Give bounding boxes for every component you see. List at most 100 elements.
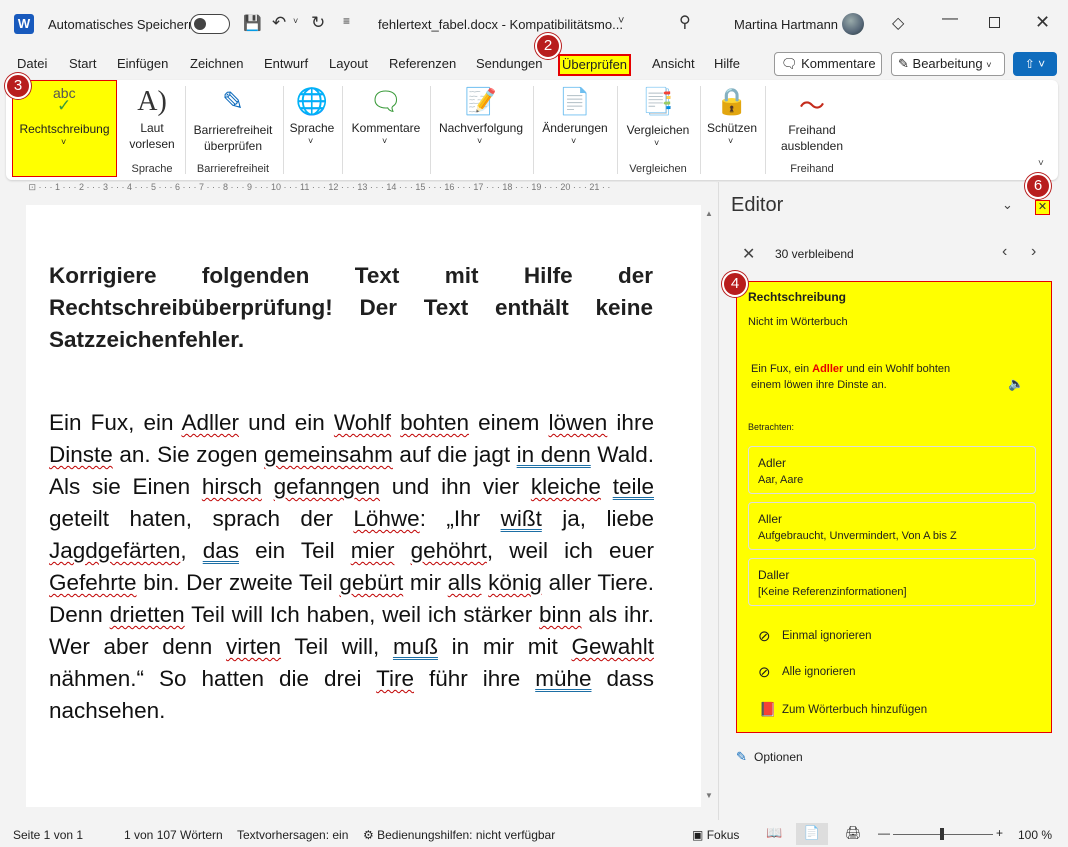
- menu-referenzen[interactable]: Referenzen: [389, 56, 456, 72]
- hide-ink-label-2: ausblenden: [780, 139, 844, 153]
- speaker-icon[interactable]: 🔈: [1008, 376, 1024, 392]
- ribbon-separator: [765, 86, 766, 174]
- changes-icon: 📄: [558, 86, 592, 116]
- ribbon-separator: [185, 86, 186, 174]
- scroll-up-icon[interactable]: ▲: [705, 209, 713, 218]
- accessibility-status-label: Bedienungshilfen: nicht verfügbar: [377, 828, 556, 842]
- document-heading[interactable]: Korrigiere folgenden Text mit Hilfe der …: [49, 260, 653, 356]
- new-comment-icon: 🗨: [369, 86, 403, 116]
- read-aloud-button[interactable]: A) Laut vorlesen: [126, 86, 178, 156]
- read-mode-icon[interactable]: 📖: [766, 825, 782, 841]
- accessibility-status[interactable]: ⚙ Bedienungshilfen: nicht verfügbar: [363, 828, 555, 842]
- add-to-dictionary-button[interactable]: 📕 Zum Wörterbuch hinzufügen: [758, 701, 1028, 721]
- comments-button[interactable]: 🗨 Kommentare: [774, 52, 882, 76]
- title-dropdown-icon[interactable]: ˅: [618, 15, 624, 27]
- group-ink-label: Freihand: [790, 163, 834, 175]
- zoom-in-icon[interactable]: +: [996, 826, 1003, 840]
- menu-datei[interactable]: Datei: [17, 56, 47, 72]
- accessibility-label-1: Barrierefreiheit: [193, 123, 273, 137]
- protect-button[interactable]: 🔒 Schützen ˅: [704, 86, 760, 156]
- horizontal-ruler[interactable]: ⊡ · · · 1 · · · 2 · · · 3 · · · 4 · · · …: [26, 182, 716, 200]
- menu-start[interactable]: Start: [69, 56, 96, 72]
- undo-dropdown-icon[interactable]: ˅: [293, 16, 298, 26]
- zoom-slider-thumb[interactable]: [940, 828, 944, 840]
- context-before: Ein Fux, ein: [751, 363, 813, 375]
- ink-icon: 〜: [798, 91, 825, 121]
- search-icon[interactable]: ⚲: [679, 12, 691, 32]
- document-title[interactable]: fehlertext_fabel.docx - Kompatibilitätsm…: [378, 17, 623, 32]
- vertical-scrollbar[interactable]: ▲ ▼: [702, 205, 716, 807]
- accessibility-icon: ⚙: [363, 828, 374, 842]
- menu-hilfe[interactable]: Hilfe: [714, 56, 740, 72]
- changes-button[interactable]: 📄 Änderungen ˅: [537, 86, 613, 156]
- comment-icon: 🗨: [781, 56, 798, 71]
- word-count[interactable]: 1 von 107 Wörtern: [124, 828, 223, 842]
- next-icon[interactable]: ›: [1031, 243, 1036, 261]
- menu-ansicht[interactable]: Ansicht: [652, 56, 695, 72]
- diamond-icon[interactable]: ◇: [892, 13, 904, 33]
- dismiss-icon[interactable]: ✕: [742, 244, 755, 264]
- minimize-icon[interactable]: —: [942, 10, 958, 28]
- suggestion-word: Daller: [758, 568, 790, 582]
- zoom-level[interactable]: 100 %: [1018, 828, 1052, 842]
- menu-layout[interactable]: Layout: [329, 56, 368, 72]
- collapse-ribbon-icon[interactable]: ˅: [1038, 158, 1044, 169]
- suggestion-item[interactable]: Aller Aufgebraucht, Unvermindert, Von A …: [748, 502, 1036, 550]
- suggestion-detail: [Keine Referenzinformationen]: [758, 586, 907, 598]
- user-name[interactable]: Martina Hartmann: [734, 17, 838, 32]
- card-subtitle: Nicht im Wörterbuch: [748, 316, 848, 328]
- menu-sendungen[interactable]: Sendungen: [476, 56, 543, 72]
- menu-entwurf[interactable]: Entwurf: [264, 56, 308, 72]
- editing-mode-button[interactable]: ✎ Bearbeitung ˅: [891, 52, 1005, 76]
- scroll-down-icon[interactable]: ▼: [705, 791, 713, 800]
- comments-ribbon-button[interactable]: 🗨 Kommentare ˅: [346, 86, 426, 156]
- step-badge-6: 6: [1025, 173, 1051, 199]
- options-link[interactable]: ✎ Optionen: [736, 749, 856, 767]
- focus-button[interactable]: ▣ Fokus: [692, 828, 739, 842]
- compare-button[interactable]: 📑 Vergleichen ˅: [621, 86, 695, 156]
- close-icon[interactable]: ✕: [1035, 12, 1050, 33]
- check-accessibility-button[interactable]: ✎ Barrierefreiheit überprüfen: [190, 86, 276, 156]
- pane-options-chevron-icon[interactable]: ⌄: [1002, 197, 1013, 213]
- menu-ueberpruefen[interactable]: Überprüfen: [558, 54, 632, 76]
- save-icon[interactable]: 💾: [243, 14, 262, 32]
- ignore-once-button[interactable]: ⊘ Einmal ignorieren: [758, 627, 1028, 647]
- document-paragraph[interactable]: Ein Fux, ein Adller und ein Wohlf bohten…: [49, 407, 654, 727]
- vertical-ruler[interactable]: [0, 205, 20, 820]
- changes-label: Änderungen: [542, 121, 608, 135]
- ignore-once-label: Einmal ignorieren: [782, 630, 872, 642]
- ribbon-separator: [430, 86, 431, 174]
- ribbon-separator: [283, 86, 284, 174]
- print-layout-icon[interactable]: 📄: [796, 823, 828, 845]
- close-pane-icon[interactable]: ✕: [1035, 200, 1050, 215]
- ignore-all-button[interactable]: ⊘ Alle ignorieren: [758, 663, 1028, 683]
- chevron-down-icon: ˅: [571, 136, 577, 146]
- zoom-out-icon[interactable]: —: [878, 826, 890, 840]
- tracking-button[interactable]: 📝 Nachverfolgung ˅: [434, 86, 528, 156]
- language-button[interactable]: 🌐 Sprache ˅: [287, 86, 337, 156]
- avatar[interactable]: [842, 13, 864, 35]
- web-layout-icon[interactable]: 🖨: [845, 825, 862, 841]
- step-badge-3: 3: [5, 73, 31, 99]
- menu-einfuegen[interactable]: Einfügen: [117, 56, 168, 72]
- redo-icon[interactable]: ↻: [311, 13, 325, 33]
- share-button[interactable]: ⇧ ˅: [1013, 52, 1057, 76]
- undo-icon[interactable]: ↶: [272, 13, 286, 33]
- previous-icon[interactable]: ‹: [1002, 243, 1007, 261]
- suggestion-word: Adler: [758, 456, 787, 470]
- menu-zeichnen[interactable]: Zeichnen: [190, 56, 243, 72]
- maximize-icon[interactable]: [989, 17, 1000, 28]
- text-predictions[interactable]: Textvorhersagen: ein: [237, 828, 348, 842]
- hide-ink-label-1: Freihand: [788, 123, 836, 137]
- autosave-toggle[interactable]: [190, 14, 230, 34]
- page-count[interactable]: Seite 1 von 1: [13, 828, 83, 842]
- language-label: Sprache: [289, 121, 335, 135]
- read-aloud-icon: A): [137, 86, 167, 117]
- customize-toolbar-icon[interactable]: ≡: [343, 14, 350, 28]
- word-logo-icon: W: [14, 14, 34, 34]
- editor-title: Editor: [731, 194, 784, 216]
- suggestion-item[interactable]: Adler Aar, Aare: [748, 446, 1036, 494]
- remaining-count: 30 verbleibend: [775, 247, 854, 261]
- hide-ink-button[interactable]: 〜 Freihand ausblenden: [769, 86, 855, 156]
- suggestion-item[interactable]: Daller [Keine Referenzinformationen]: [748, 558, 1036, 606]
